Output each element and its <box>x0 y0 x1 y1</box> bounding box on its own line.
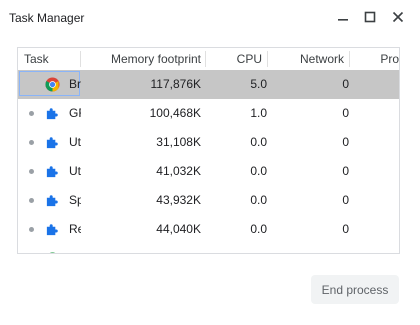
network-value: 0 <box>269 244 349 253</box>
network-value: 0 <box>342 164 349 178</box>
network-value: 0 <box>342 193 349 207</box>
table-row[interactable]: Sp 43,932K 0.0 0 <box>18 186 399 215</box>
cpu-value: 0.0 <box>250 193 267 207</box>
minimize-button[interactable] <box>333 7 353 27</box>
close-button[interactable] <box>388 7 408 27</box>
minimize-icon <box>338 19 348 21</box>
extension-puzzle-icon <box>46 195 58 207</box>
cpu-value: 0.0 <box>250 164 267 178</box>
task-manager-window: Task Manager Task Memory footprint CPU N… <box>0 0 420 325</box>
cpu-value: 0.0 <box>250 222 267 236</box>
memory-value: 100,468K <box>149 106 201 120</box>
subprocess-dot <box>29 227 34 232</box>
task-name: Ut <box>69 164 81 178</box>
subprocess-dot <box>29 169 34 174</box>
extension-puzzle-icon <box>46 137 58 149</box>
memory-value: 117,876K <box>150 77 202 91</box>
window-title: Task Manager <box>9 11 85 25</box>
table-row[interactable]: Ut 31,108K 0.0 0 <box>18 128 399 157</box>
memory-value: 127,308K <box>82 244 201 253</box>
task-name: Sp <box>69 193 81 207</box>
table-row[interactable]: A 127,308K 0.0 0 <box>18 244 399 253</box>
chrome-icon <box>45 77 60 92</box>
task-name: A <box>69 244 81 253</box>
maximize-button[interactable] <box>360 7 380 27</box>
task-name: Ut <box>69 135 81 149</box>
network-value: 0 <box>342 77 349 91</box>
close-icon <box>392 11 404 23</box>
subprocess-dot <box>29 140 34 145</box>
column-header-memory[interactable]: Memory footprint <box>82 48 201 70</box>
table-header: Task Memory footprint CPU Network Pro <box>18 48 399 71</box>
column-header-task[interactable]: Task <box>24 48 78 70</box>
column-header-network[interactable]: Network <box>269 48 344 70</box>
column-divider[interactable] <box>267 51 268 67</box>
network-value: 0 <box>342 106 349 120</box>
task-name: GF <box>69 106 81 120</box>
extension-puzzle-icon <box>46 108 58 120</box>
memory-value: 31,108K <box>156 135 201 149</box>
network-value: 0 <box>342 222 349 236</box>
maximize-icon <box>364 11 376 23</box>
column-divider[interactable] <box>205 51 206 67</box>
network-value: 0 <box>342 135 349 149</box>
cpu-value: 5.0 <box>250 77 267 91</box>
task-name: Re <box>69 222 81 236</box>
memory-value: 41,032K <box>156 164 201 178</box>
table-row[interactable]: Br 117,876K 5.0 0 <box>18 70 399 99</box>
column-header-process-id[interactable]: Pro <box>351 48 399 70</box>
memory-value: 44,040K <box>156 222 201 236</box>
table-row[interactable]: Re 44,040K 0.0 0 <box>18 215 399 244</box>
extension-puzzle-icon <box>46 224 58 236</box>
cpu-value: 0.0 <box>207 244 267 253</box>
table-row[interactable]: Ut 41,032K 0.0 0 <box>18 157 399 186</box>
column-divider[interactable] <box>80 51 81 67</box>
cpu-value: 0.0 <box>250 135 267 149</box>
subprocess-dot <box>29 198 34 203</box>
cpu-value: 1.0 <box>250 106 267 120</box>
column-header-cpu[interactable]: CPU <box>207 48 262 70</box>
subprocess-dot <box>29 111 34 116</box>
task-name: Br <box>69 77 81 91</box>
process-table: Task Memory footprint CPU Network Pro Br… <box>17 47 400 254</box>
end-process-button[interactable]: End process <box>311 275 399 304</box>
column-divider[interactable] <box>349 51 350 67</box>
table-row[interactable]: GF 100,468K 1.0 0 <box>18 99 399 128</box>
extension-puzzle-icon <box>46 166 58 178</box>
app-icon <box>49 252 56 253</box>
memory-value: 43,932K <box>156 193 201 207</box>
